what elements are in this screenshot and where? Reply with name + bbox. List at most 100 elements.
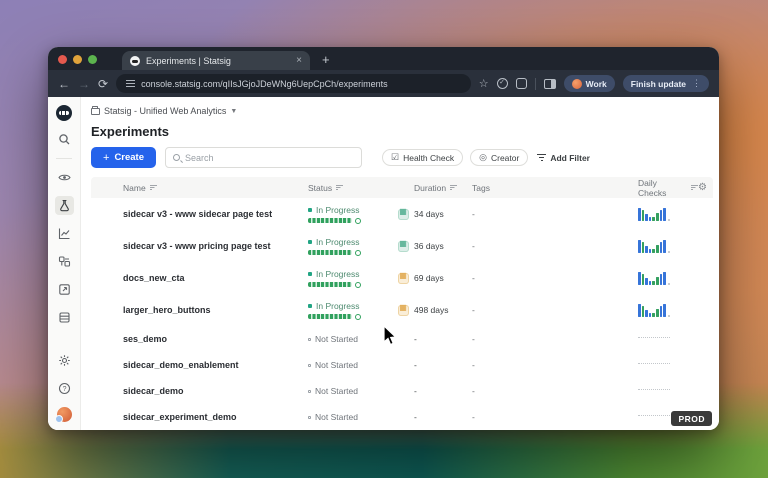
table-row[interactable]: sidecar_experiment_demo Not Started - - (91, 404, 713, 430)
duration-label: 69 days (414, 273, 444, 283)
extensions-icon[interactable] (515, 78, 527, 89)
column-header[interactable]: Duration (398, 183, 472, 193)
profile-avatar (571, 78, 582, 89)
table-row[interactable]: sidecar_demo Not Started - - (91, 378, 713, 404)
search-icon[interactable] (55, 130, 74, 149)
experiment-name-link[interactable]: sidecar v3 - www pricing page test (123, 241, 308, 251)
experiment-tags: - (472, 386, 475, 396)
daily-checks-sparkline (638, 271, 666, 285)
duration-label: 36 days (414, 241, 444, 251)
browser-menu-icon[interactable]: ⋮ (692, 78, 701, 89)
status-label: Not Started (315, 360, 358, 370)
breadcrumb-label: Statsig - Unified Web Analytics (104, 106, 227, 116)
site-settings-icon[interactable] (126, 80, 136, 87)
sidebar-item-assets-icon[interactable] (55, 280, 74, 299)
filter-chip[interactable]: Creator (470, 149, 529, 166)
status-bullet-icon (308, 337, 311, 341)
table-row[interactable]: ses_demo Not Started - - (91, 326, 713, 352)
filter-icon (537, 154, 547, 161)
sidebar-item-audiences-icon[interactable] (55, 252, 74, 271)
create-button[interactable]: + Create (91, 147, 157, 168)
statsig-logo-icon[interactable] (56, 105, 72, 121)
sidebar-item-storage-icon[interactable] (55, 308, 74, 327)
column-header[interactable]: Name (123, 183, 308, 193)
duration-label: - (414, 360, 417, 370)
profile-chip[interactable]: Work (563, 75, 615, 92)
table-row[interactable]: docs_new_cta In Progress 69 days - (91, 262, 713, 294)
experiment-duration: - (398, 360, 472, 371)
daily-checks-sparkline (638, 207, 666, 221)
help-icon[interactable]: ? (55, 379, 74, 398)
experiment-tags: - (472, 305, 475, 315)
sparkline-dot (667, 314, 670, 317)
chevron-down-icon: ▼ (230, 107, 238, 115)
experiment-duration: 34 days (398, 207, 472, 220)
back-button[interactable]: ← (58, 78, 70, 90)
daily-checks-cell (638, 207, 698, 221)
sidebar-item-gates-eye-icon[interactable] (55, 168, 74, 187)
filter-chip-label: Health Check (403, 152, 455, 163)
table-row[interactable]: larger_hero_buttons In Progress 498 days… (91, 294, 713, 326)
browser-tab[interactable]: Experiments | Statsig × (122, 51, 310, 70)
column-header-label: Status (308, 182, 333, 193)
experiment-name-link[interactable]: sidecar_demo_enablement (123, 360, 308, 370)
toolbar-divider (534, 77, 536, 90)
filter-chip[interactable]: Add Filter (535, 149, 592, 166)
sort-icon[interactable] (450, 184, 458, 191)
column-header[interactable]: Status (308, 183, 398, 193)
experiment-status: In Progress (308, 205, 398, 224)
reload-button[interactable]: ⟳ (98, 78, 108, 90)
plus-icon: + (103, 151, 110, 164)
experiment-duration: 498 days (398, 303, 472, 316)
circle-check-icon[interactable] (496, 78, 508, 89)
experiment-name-link[interactable]: sidecar_demo (123, 386, 308, 396)
experiment-name-link[interactable]: sidecar v3 - www sidecar page test (123, 209, 308, 219)
daily-checks-empty (638, 388, 670, 390)
tab-close-icon[interactable]: × (296, 55, 302, 66)
table-row[interactable]: sidecar_demo_enablement Not Started - - (91, 352, 713, 378)
sidebar-item-experiments-flask-icon[interactable] (54, 196, 74, 215)
daily-checks-empty (638, 336, 670, 338)
address-bar[interactable]: console.statsig.com/qIIsJGjoJDeWNg6UepCp… (116, 74, 471, 93)
duration-health-icon (398, 303, 409, 316)
minimize-window-button[interactable] (73, 55, 82, 64)
experiment-name-link[interactable]: docs_new_cta (123, 273, 308, 283)
experiment-duration: - (398, 412, 472, 423)
status-bullet-icon (308, 207, 312, 212)
side-panel-icon[interactable] (543, 78, 556, 89)
experiment-name-link[interactable]: larger_hero_buttons (123, 305, 308, 315)
bookmark-star-icon[interactable]: ☆ (479, 77, 489, 90)
sort-icon[interactable] (336, 184, 344, 191)
table-settings-gear-icon[interactable]: ⚙ (698, 182, 717, 193)
filter-chip[interactable]: Health Check (382, 149, 464, 166)
experiment-name-link[interactable]: sidecar_experiment_demo (123, 412, 308, 422)
experiment-tags: - (472, 360, 475, 370)
daily-checks-empty (638, 414, 670, 416)
close-window-button[interactable] (58, 55, 67, 64)
column-header[interactable]: Daily Checks (638, 178, 698, 198)
daily-checks-cell (638, 336, 698, 342)
breadcrumb[interactable]: Statsig - Unified Web Analytics ▼ (91, 106, 719, 116)
duration-health-icon (398, 239, 409, 252)
user-avatar[interactable] (54, 407, 72, 423)
sort-icon[interactable] (149, 184, 157, 191)
progress-circle-icon (355, 281, 361, 288)
table-row[interactable]: sidecar v3 - www sidecar page test In Pr… (91, 198, 713, 230)
settings-gear-icon[interactable] (55, 351, 74, 370)
search-input[interactable] (185, 152, 355, 163)
creator-icon (479, 152, 487, 163)
search-box[interactable] (165, 147, 363, 168)
sort-icon[interactable] (691, 184, 698, 191)
maximize-window-button[interactable] (88, 55, 97, 64)
status-bullet-icon (308, 271, 312, 276)
finish-update-button[interactable]: Finish update ⋮ (622, 75, 709, 92)
experiment-name-link[interactable]: ses_demo (123, 334, 308, 344)
column-header[interactable]: Tags (472, 183, 638, 193)
table-row[interactable]: sidecar v3 - www pricing page test In Pr… (91, 230, 713, 262)
forward-button[interactable]: → (78, 78, 90, 90)
experiment-duration: - (398, 334, 472, 345)
sidebar-item-metrics-chart-icon[interactable] (55, 224, 74, 243)
tab-title: Experiments | Statsig (146, 55, 231, 66)
environment-badge: PROD (671, 411, 712, 426)
new-tab-button[interactable]: + (322, 53, 330, 66)
